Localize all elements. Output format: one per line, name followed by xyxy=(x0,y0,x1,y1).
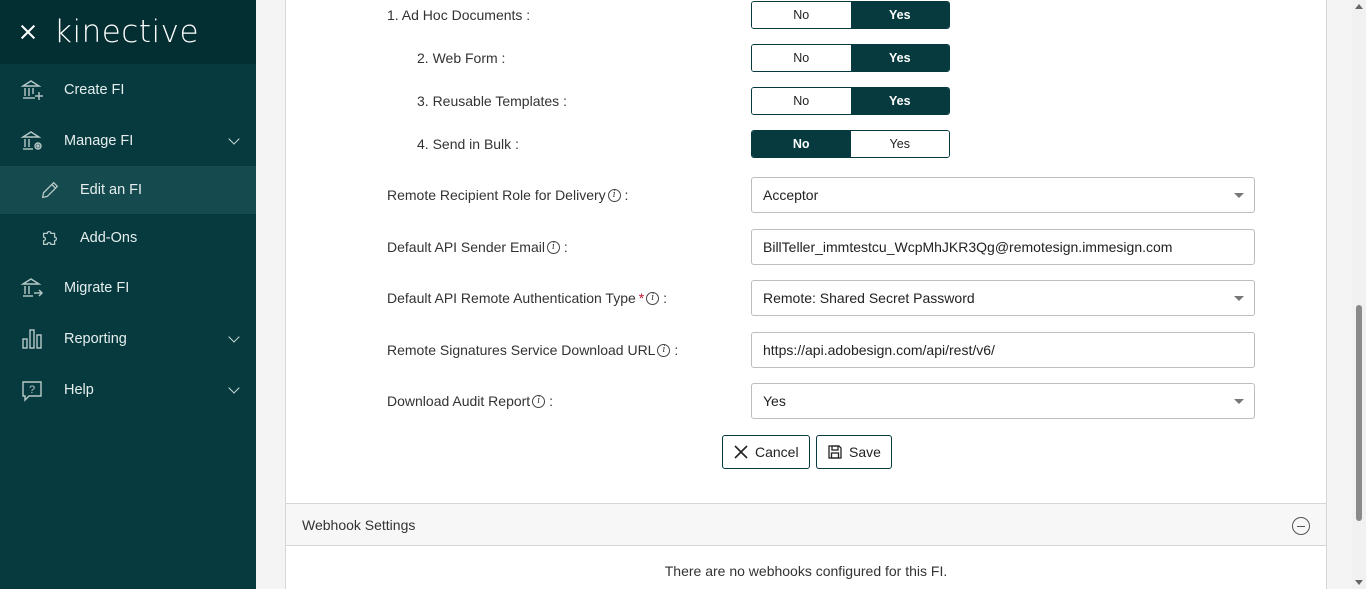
info-icon[interactable]: i xyxy=(607,188,621,202)
recipient-role-select[interactable]: Acceptor xyxy=(751,177,1255,213)
sidebar-item-create-fi[interactable]: Create FI xyxy=(0,64,256,115)
sidebar-header: kinective xyxy=(0,0,256,64)
toggle-web-form: No Yes xyxy=(751,44,950,72)
dropdown-caret-icon xyxy=(1234,193,1244,198)
toggle-yes[interactable]: Yes xyxy=(850,45,949,71)
toggle-no[interactable]: No xyxy=(752,2,851,28)
scroll-thumb[interactable] xyxy=(1356,305,1362,521)
toggle-yes[interactable]: Yes xyxy=(850,2,949,28)
info-icon[interactable]: i xyxy=(546,240,560,254)
section-title: Webhook Settings xyxy=(302,516,416,533)
sidebar-item-label: Create FI xyxy=(64,81,125,98)
feature-label-web-form: 2. Web Form : xyxy=(417,50,506,66)
puzzle-icon xyxy=(38,226,62,250)
scroll-up-icon[interactable] xyxy=(1355,4,1363,9)
toggle-send-in-bulk: No Yes xyxy=(751,130,950,158)
audit-report-select[interactable]: Yes xyxy=(751,383,1255,419)
sidebar-item-migrate-fi[interactable]: Migrate FI xyxy=(0,262,256,313)
sidebar-item-label: Manage FI xyxy=(64,132,134,149)
close-icon[interactable] xyxy=(20,24,36,40)
sidebar-item-reporting[interactable]: Reporting xyxy=(0,313,256,364)
bank-plus-icon xyxy=(20,78,44,102)
toggle-no[interactable]: No xyxy=(752,45,851,71)
auth-type-select[interactable]: Remote: Shared Secret Password xyxy=(751,280,1255,316)
bar-chart-icon xyxy=(20,327,44,351)
edit-fi-form: 1. Ad Hoc Documents : No Yes 2. Web Form… xyxy=(285,0,1327,589)
sidebar-item-label: Edit an FI xyxy=(80,182,143,198)
sidebar-item-add-ons[interactable]: Add-Ons xyxy=(0,214,256,262)
audit-report-label: Download Audit Report i : xyxy=(387,393,553,409)
required-asterisk: * xyxy=(638,290,645,306)
feature-label-ad-hoc: 1. Ad Hoc Documents : xyxy=(387,7,531,23)
logo: kinective xyxy=(54,14,200,50)
sender-email-input[interactable]: BillTeller_immtestcu_WcpMhJKR3Qg@remotes… xyxy=(751,229,1255,265)
chevron-down-icon xyxy=(228,331,240,343)
vertical-scrollbar[interactable] xyxy=(1352,0,1366,589)
svg-text:?: ? xyxy=(29,384,35,396)
main-content: 1. Ad Hoc Documents : No Yes 2. Web Form… xyxy=(256,0,1352,589)
sender-email-label: Default API Sender Email i : xyxy=(387,239,568,255)
chevron-down-icon xyxy=(228,382,240,394)
toggle-reusable-templates: No Yes xyxy=(751,87,950,115)
toggle-no[interactable]: No xyxy=(752,131,851,157)
webhook-settings-header[interactable]: Webhook Settings xyxy=(286,503,1326,546)
cancel-button[interactable]: Cancel xyxy=(722,435,810,469)
webhook-empty-message: There are no webhooks configured for thi… xyxy=(664,563,948,579)
bank-arrow-icon xyxy=(20,276,44,300)
toggle-no[interactable]: No xyxy=(752,88,851,114)
dropdown-caret-icon xyxy=(1234,296,1244,301)
toggle-yes[interactable]: Yes xyxy=(850,131,949,157)
feature-label-send-in-bulk: 4. Send in Bulk : xyxy=(417,136,519,152)
chevron-down-icon xyxy=(228,133,240,145)
sidebar-item-manage-fi[interactable]: Manage FI xyxy=(0,115,256,166)
download-url-label: Remote Signatures Service Download URL i … xyxy=(387,342,679,358)
sidebar-item-label: Add-Ons xyxy=(80,230,138,246)
info-icon[interactable]: i xyxy=(532,394,546,408)
collapse-minus-icon[interactable] xyxy=(1292,517,1310,535)
floppy-disk-icon xyxy=(827,444,843,460)
sidebar-item-label: Migrate FI xyxy=(64,279,130,296)
info-icon[interactable]: i xyxy=(646,291,660,305)
close-icon xyxy=(733,444,749,460)
bank-gear-icon xyxy=(20,129,44,153)
recipient-role-label: Remote Recipient Role for Delivery i : xyxy=(387,187,629,203)
sidebar-item-edit-fi[interactable]: Edit an FI xyxy=(0,166,256,214)
download-url-input[interactable]: https://api.adobesign.com/api/rest/v6/ xyxy=(751,332,1255,368)
toggle-yes[interactable]: Yes xyxy=(850,88,949,114)
sidebar: kinective Create FI Manage FI Edit an FI xyxy=(0,0,256,589)
sidebar-item-help[interactable]: ? Help xyxy=(0,364,256,415)
info-icon[interactable]: i xyxy=(657,343,671,357)
sidebar-item-label: Help xyxy=(64,381,94,398)
toggle-ad-hoc-documents: No Yes xyxy=(751,1,950,29)
help-icon: ? xyxy=(20,378,44,402)
feature-label-reusable-templates: 3. Reusable Templates : xyxy=(417,93,567,109)
sidebar-nav: Create FI Manage FI Edit an FI Add-Ons M… xyxy=(0,64,256,415)
auth-type-label: Default API Remote Authentication Type * i… xyxy=(387,290,668,306)
sidebar-item-label: Reporting xyxy=(64,330,127,347)
dropdown-caret-icon xyxy=(1234,399,1244,404)
scroll-down-icon[interactable] xyxy=(1355,580,1363,585)
pencil-icon xyxy=(38,178,62,202)
save-button[interactable]: Save xyxy=(816,435,892,469)
